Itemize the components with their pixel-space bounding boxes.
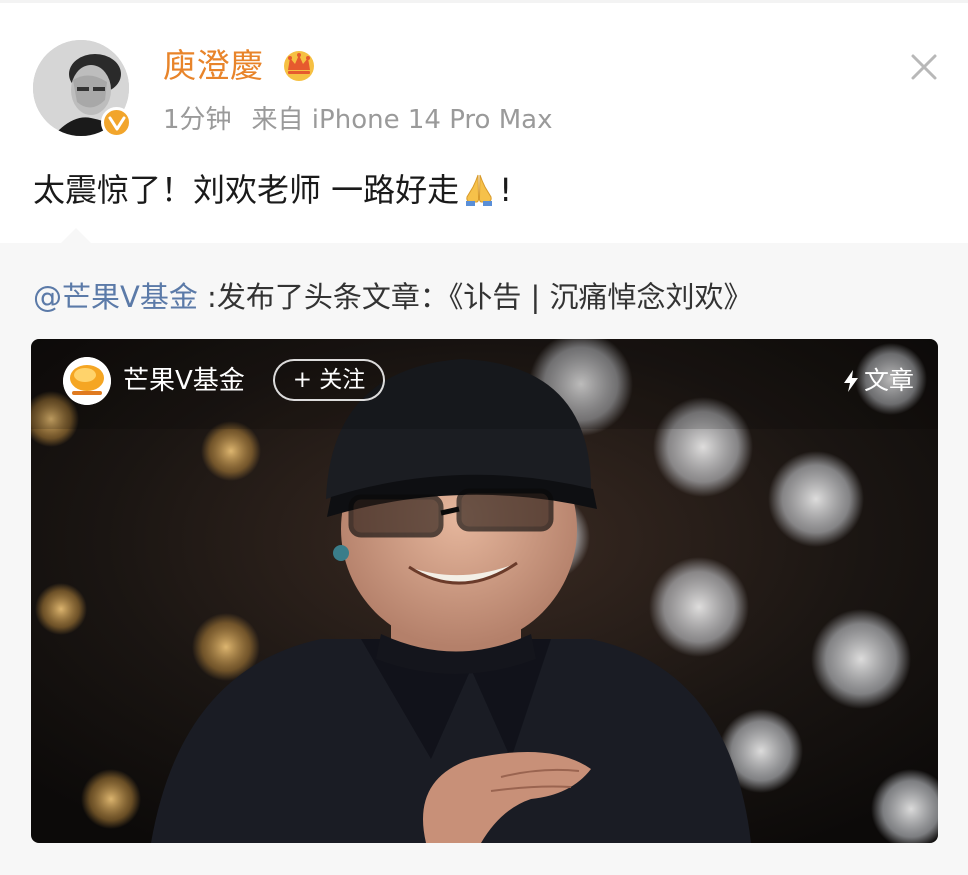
repost-notch <box>60 228 92 244</box>
bolt-icon <box>843 370 858 392</box>
repost-content: :发布了头条文章：《讣告 | 沉痛悼念刘欢》 <box>197 280 753 314</box>
article-tag: 文章 <box>842 361 914 401</box>
article-cover-photo <box>31 339 938 843</box>
post-time: 1分钟 <box>163 105 232 135</box>
close-icon[interactable] <box>905 48 943 86</box>
pray-emoji-icon <box>466 174 493 206</box>
mango-logo-icon <box>63 357 111 405</box>
top-divider <box>0 0 968 3</box>
mention-link[interactable]: @芒果V基金 <box>33 280 198 314</box>
post-text-end: ! <box>499 171 513 209</box>
verified-badge-icon <box>101 107 132 138</box>
article-card[interactable]: 芒果V基金 + 关注 文章 <box>31 339 938 843</box>
follow-button[interactable]: + 关注 <box>273 359 385 401</box>
repost-line: @芒果V基金 :发布了头条文章：《讣告 | 沉痛悼念刘欢》 <box>33 276 753 318</box>
post-text: 太震惊了！刘欢老师 一路好走 ! <box>33 165 512 215</box>
crown-icon <box>284 51 314 81</box>
post-source: 来自 iPhone 14 Pro Max <box>251 105 553 135</box>
username[interactable]: 庾澄慶 <box>163 44 264 88</box>
weibo-post-screen: 庾澄慶 1分钟 来自 iPhone 14 Pro Max 太震惊了！刘欢老师 一路… <box>0 0 968 875</box>
article-tag-label: 文章 <box>863 366 914 395</box>
post-meta: 1分钟 来自 iPhone 14 Pro Max <box>163 100 552 140</box>
card-source-name[interactable]: 芒果V基金 <box>123 361 245 401</box>
post-text-content: 太震惊了！刘欢老师 一路好走 <box>33 171 460 209</box>
